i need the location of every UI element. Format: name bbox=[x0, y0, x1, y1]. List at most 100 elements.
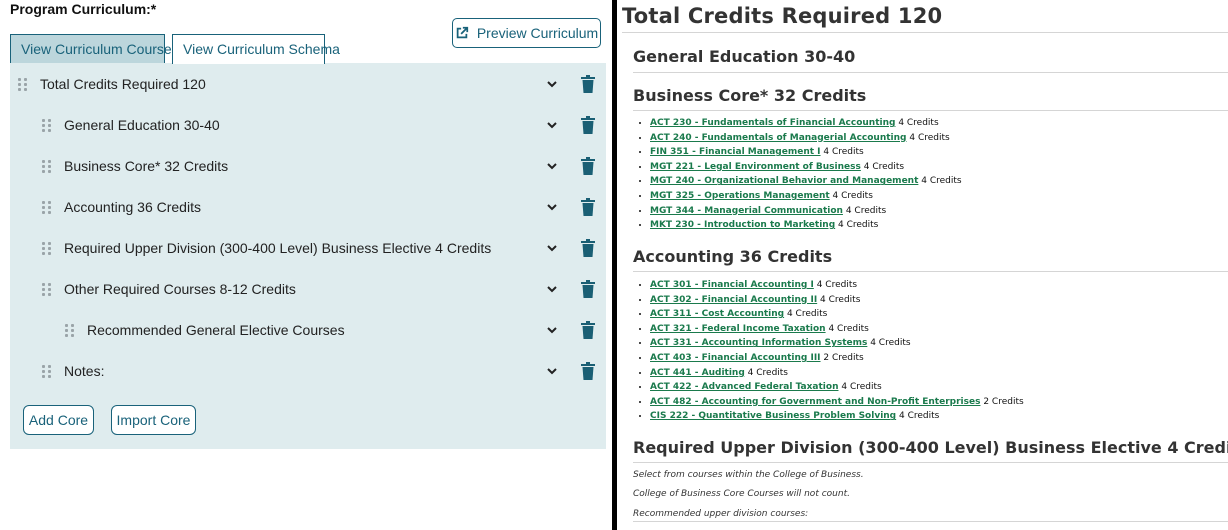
course-credits: 4 Credits bbox=[899, 411, 940, 422]
chevron-down-icon[interactable] bbox=[546, 119, 558, 131]
drag-handle-icon[interactable] bbox=[18, 78, 28, 91]
course-link[interactable]: ACT 321 - Federal Income Taxation bbox=[650, 324, 826, 334]
gen-ed-divider bbox=[633, 72, 1228, 73]
external-link-icon bbox=[456, 26, 468, 39]
course-credits: 4 Credits bbox=[786, 309, 828, 320]
import-core-button[interactable]: Import Core bbox=[111, 405, 196, 435]
course-item: CIS 222 - Quantitative Business Problem … bbox=[650, 409, 1024, 424]
course-link[interactable]: MGT 240 - Organizational Behavior and Ma… bbox=[650, 176, 918, 186]
chevron-down-icon[interactable] bbox=[546, 365, 558, 377]
preview-curriculum-label: Preview Curriculum bbox=[476, 25, 599, 41]
course-link[interactable]: ACT 240 - Fundamentals of Managerial Acc… bbox=[650, 133, 906, 143]
tree-row[interactable]: Notes: bbox=[10, 356, 606, 386]
course-credits: 4 Credits bbox=[845, 205, 887, 216]
drag-handle-icon[interactable] bbox=[65, 324, 75, 337]
preview-curriculum-button[interactable]: Preview Curriculum bbox=[452, 18, 601, 48]
course-credits: 4 Credits bbox=[816, 280, 858, 290]
tree-row[interactable]: Other Required Courses 8-12 Credits bbox=[10, 274, 606, 304]
course-link[interactable]: ACT 301 - Financial Accounting I bbox=[650, 280, 814, 290]
curriculum-editor-pane: Program Curriculum:* Preview Curriculum … bbox=[0, 0, 612, 530]
chevron-down-icon[interactable] bbox=[546, 78, 558, 90]
course-link[interactable]: MGT 221 - Legal Environment of Business bbox=[650, 162, 861, 172]
trash-icon[interactable] bbox=[580, 75, 596, 93]
course-link[interactable]: ACT 482 - Accounting for Government and … bbox=[650, 397, 980, 407]
title-divider bbox=[622, 32, 1228, 33]
course-credits: 4 Credits bbox=[832, 190, 873, 201]
course-credits: 4 Credits bbox=[747, 367, 788, 378]
trash-icon[interactable] bbox=[580, 362, 596, 380]
course-item: ACT 311 - Cost Accounting 4 Credits bbox=[650, 307, 1024, 322]
course-link[interactable]: FIN 351 - Financial Management I bbox=[650, 147, 821, 157]
accounting-divider bbox=[633, 271, 1228, 272]
tree-row-label: Accounting 36 Credits bbox=[64, 199, 201, 215]
curriculum-tree-panel: Total Credits Required 120 General Educat… bbox=[10, 63, 606, 449]
note-text: College of Business Core Courses will no… bbox=[633, 489, 850, 499]
preview-title: Total Credits Required 120 bbox=[622, 4, 943, 28]
course-item: MGT 221 - Legal Environment of Business … bbox=[650, 160, 962, 175]
upper-division-divider bbox=[633, 462, 1228, 463]
trash-icon[interactable] bbox=[580, 321, 596, 339]
drag-handle-icon[interactable] bbox=[42, 242, 52, 255]
trash-icon[interactable] bbox=[580, 239, 596, 257]
course-link[interactable]: ACT 403 - Financial Accounting III bbox=[650, 353, 821, 363]
chevron-down-icon[interactable] bbox=[546, 242, 558, 254]
tree-row-label: General Education 30-40 bbox=[64, 117, 220, 133]
course-item: ACT 302 - Financial Accounting II 4 Cred… bbox=[650, 293, 1024, 308]
course-credits: 4 Credits bbox=[828, 323, 869, 334]
drag-handle-icon[interactable] bbox=[42, 201, 52, 214]
tree-row[interactable]: General Education 30-40 bbox=[10, 110, 606, 140]
course-link[interactable]: CIS 222 - Quantitative Business Problem … bbox=[650, 411, 896, 421]
course-item: MGT 344 - Managerial Communication 4 Cre… bbox=[650, 204, 962, 219]
course-credits: 4 Credits bbox=[870, 338, 911, 349]
tree-row[interactable]: Required Upper Division (300-400 Level) … bbox=[10, 233, 606, 263]
drag-handle-icon[interactable] bbox=[42, 365, 52, 378]
course-item: ACT 331 - Accounting Information Systems… bbox=[650, 336, 1024, 351]
business-core-course-list: ACT 230 - Fundamentals of Financial Acco… bbox=[639, 116, 962, 233]
drag-handle-icon[interactable] bbox=[42, 160, 52, 173]
course-link[interactable]: MGT 344 - Managerial Communication bbox=[650, 206, 843, 216]
course-link[interactable]: MKT 230 - Introduction to Marketing bbox=[650, 220, 835, 230]
course-link[interactable]: ACT 331 - Accounting Information Systems bbox=[650, 338, 867, 348]
tree-row[interactable]: Accounting 36 Credits bbox=[10, 192, 606, 222]
course-item: MGT 325 - Operations Management 4 Credit… bbox=[650, 189, 962, 204]
tree-row[interactable]: Recommended General Elective Courses bbox=[10, 315, 606, 345]
chevron-down-icon[interactable] bbox=[546, 160, 558, 172]
drag-handle-icon[interactable] bbox=[42, 283, 52, 296]
trash-icon[interactable] bbox=[580, 280, 596, 298]
course-credits: 4 Credits bbox=[898, 118, 939, 128]
drag-handle-icon[interactable] bbox=[42, 119, 52, 132]
course-credits: 4 Credits bbox=[823, 147, 864, 158]
trash-icon[interactable] bbox=[580, 198, 596, 216]
course-item: ACT 321 - Federal Income Taxation 4 Cred… bbox=[650, 322, 1024, 337]
trash-icon[interactable] bbox=[580, 116, 596, 134]
chevron-down-icon[interactable] bbox=[546, 283, 558, 295]
course-credits: 4 Credits bbox=[820, 294, 861, 305]
tree-row[interactable]: Business Core* 32 Credits bbox=[10, 151, 606, 181]
course-link[interactable]: ACT 230 - Fundamentals of Financial Acco… bbox=[650, 118, 895, 128]
course-credits: 2 Credits bbox=[983, 396, 1024, 407]
course-link[interactable]: ACT 302 - Financial Accounting II bbox=[650, 295, 817, 305]
course-link[interactable]: ACT 422 - Advanced Federal Taxation bbox=[650, 382, 838, 392]
add-core-button[interactable]: Add Core bbox=[23, 405, 94, 435]
course-credits: 4 Credits bbox=[863, 161, 905, 172]
accounting-course-list: ACT 301 - Financial Accounting I 4 Credi… bbox=[639, 278, 1024, 424]
tab-view-curriculum-schema[interactable]: View Curriculum Schema bbox=[172, 34, 340, 64]
course-item: FIN 351 - Financial Management I 4 Credi… bbox=[650, 145, 962, 160]
chevron-down-icon[interactable] bbox=[546, 201, 558, 213]
tree-row-label: Recommended General Elective Courses bbox=[87, 322, 345, 338]
course-link[interactable]: ACT 311 - Cost Accounting bbox=[650, 309, 784, 319]
chevron-down-icon[interactable] bbox=[546, 324, 558, 336]
trash-icon[interactable] bbox=[580, 157, 596, 175]
tree-row[interactable]: Total Credits Required 120 bbox=[10, 69, 606, 99]
note-text: Recommended upper division courses: bbox=[633, 509, 809, 519]
course-link[interactable]: MGT 325 - Operations Management bbox=[650, 191, 830, 201]
program-curriculum-label: Program Curriculum:* bbox=[10, 1, 157, 17]
course-credits: 4 Credits bbox=[921, 176, 962, 187]
tree-row-label: Other Required Courses 8-12 Credits bbox=[64, 281, 296, 297]
course-item: ACT 422 - Advanced Federal Taxation 4 Cr… bbox=[650, 380, 1024, 395]
note-text: Select from courses within the College o… bbox=[633, 470, 864, 480]
course-credits: 4 Credits bbox=[838, 220, 879, 231]
tab-view-curriculum-courses[interactable]: View Curriculum Courses bbox=[10, 34, 179, 64]
course-link[interactable]: ACT 441 - Auditing bbox=[650, 368, 745, 378]
course-item: ACT 482 - Accounting for Government and … bbox=[650, 395, 1024, 410]
